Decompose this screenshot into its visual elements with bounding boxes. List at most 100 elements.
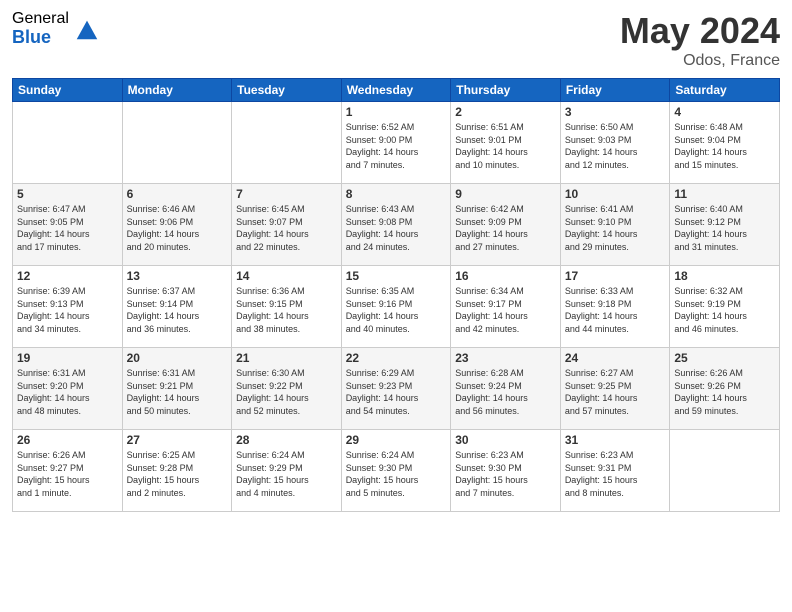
col-sunday: Sunday bbox=[13, 79, 123, 102]
day-info: Sunrise: 6:23 AM Sunset: 9:31 PM Dayligh… bbox=[565, 449, 666, 499]
day-number: 18 bbox=[674, 269, 775, 283]
calendar-week-row: 12Sunrise: 6:39 AM Sunset: 9:13 PM Dayli… bbox=[13, 266, 780, 348]
table-row: 17 Sunrise: 6:33 AM Sunset: 9:18 PM Dayli… bbox=[560, 266, 670, 348]
day-info: Sunrise: 6:29 AM Sunset: 9:23 PM Dayligh… bbox=[346, 367, 447, 417]
day-info: Sunrise: 6:36 AM Sunset: 9:15 PM Dayligh… bbox=[236, 285, 337, 335]
day-number: 2 bbox=[455, 105, 556, 119]
day-info: Sunrise: 6:26 AM Sunset: 9:27 PM Dayligh… bbox=[17, 449, 118, 499]
calendar-week-row: 5 Sunrise: 6:47 AM Sunset: 9:05 PM Daylig… bbox=[13, 184, 780, 266]
logo-icon bbox=[73, 15, 101, 43]
calendar-week-row: 1 Sunrise: 6:52 AM Sunset: 9:00 PM Daylig… bbox=[13, 102, 780, 184]
table-row bbox=[13, 102, 123, 184]
day-number: 28 bbox=[236, 433, 337, 447]
day-number: 5 bbox=[17, 187, 118, 201]
day-info: Sunrise: 6:37 AM Sunset: 9:14 PM Dayligh… bbox=[127, 285, 228, 335]
day-number: 23 bbox=[455, 351, 556, 365]
table-row: 11 Sunrise: 6:40 AM Sunset: 9:12 PM Dayli… bbox=[670, 184, 780, 266]
col-saturday: Saturday bbox=[670, 79, 780, 102]
table-row: 30Sunrise: 6:23 AM Sunset: 9:30 PM Dayli… bbox=[451, 430, 561, 512]
day-info: Sunrise: 6:41 AM Sunset: 9:10 PM Dayligh… bbox=[565, 203, 666, 253]
day-info: Sunrise: 6:26 AM Sunset: 9:26 PM Dayligh… bbox=[674, 367, 775, 417]
day-number: 6 bbox=[127, 187, 228, 201]
day-number: 16 bbox=[455, 269, 556, 283]
day-number: 1 bbox=[346, 105, 447, 119]
table-row: 25Sunrise: 6:26 AM Sunset: 9:26 PM Dayli… bbox=[670, 348, 780, 430]
table-row: 4 Sunrise: 6:48 AM Sunset: 9:04 PM Daylig… bbox=[670, 102, 780, 184]
day-info: Sunrise: 6:24 AM Sunset: 9:30 PM Dayligh… bbox=[346, 449, 447, 499]
table-row: 20Sunrise: 6:31 AM Sunset: 9:21 PM Dayli… bbox=[122, 348, 232, 430]
table-row: 23 Sunrise: 6:28 AM Sunset: 9:24 PM Dayli… bbox=[451, 348, 561, 430]
page-container: General Blue May 2024 Odos, France Sunda… bbox=[0, 0, 792, 522]
day-info: Sunrise: 6:42 AM Sunset: 9:09 PM Dayligh… bbox=[455, 203, 556, 253]
location: Odos, France bbox=[620, 52, 780, 70]
day-number: 3 bbox=[565, 105, 666, 119]
table-row: 21 Sunrise: 6:30 AM Sunset: 9:22 PM Dayli… bbox=[232, 348, 342, 430]
table-row: 18 Sunrise: 6:32 AM Sunset: 9:19 PM Dayli… bbox=[670, 266, 780, 348]
day-number: 29 bbox=[346, 433, 447, 447]
day-info: Sunrise: 6:32 AM Sunset: 9:19 PM Dayligh… bbox=[674, 285, 775, 335]
day-number: 26 bbox=[17, 433, 118, 447]
table-row: 12Sunrise: 6:39 AM Sunset: 9:13 PM Dayli… bbox=[13, 266, 123, 348]
table-row: 29 Sunrise: 6:24 AM Sunset: 9:30 PM Dayli… bbox=[341, 430, 451, 512]
day-info: Sunrise: 6:40 AM Sunset: 9:12 PM Dayligh… bbox=[674, 203, 775, 253]
calendar-week-row: 19 Sunrise: 6:31 AM Sunset: 9:20 PM Dayli… bbox=[13, 348, 780, 430]
day-number: 17 bbox=[565, 269, 666, 283]
day-number: 14 bbox=[236, 269, 337, 283]
day-info: Sunrise: 6:28 AM Sunset: 9:24 PM Dayligh… bbox=[455, 367, 556, 417]
day-info: Sunrise: 6:35 AM Sunset: 9:16 PM Dayligh… bbox=[346, 285, 447, 335]
day-info: Sunrise: 6:52 AM Sunset: 9:00 PM Dayligh… bbox=[346, 121, 447, 171]
day-number: 11 bbox=[674, 187, 775, 201]
title-block: May 2024 Odos, France bbox=[620, 10, 780, 70]
day-info: Sunrise: 6:47 AM Sunset: 9:05 PM Dayligh… bbox=[17, 203, 118, 253]
table-row: 15 Sunrise: 6:35 AM Sunset: 9:16 PM Dayli… bbox=[341, 266, 451, 348]
day-info: Sunrise: 6:34 AM Sunset: 9:17 PM Dayligh… bbox=[455, 285, 556, 335]
day-info: Sunrise: 6:46 AM Sunset: 9:06 PM Dayligh… bbox=[127, 203, 228, 253]
table-row: 13Sunrise: 6:37 AM Sunset: 9:14 PM Dayli… bbox=[122, 266, 232, 348]
day-number: 15 bbox=[346, 269, 447, 283]
day-number: 31 bbox=[565, 433, 666, 447]
logo-blue: Blue bbox=[12, 28, 69, 48]
table-row: 24 Sunrise: 6:27 AM Sunset: 9:25 PM Dayli… bbox=[560, 348, 670, 430]
day-number: 22 bbox=[346, 351, 447, 365]
table-row: 2 Sunrise: 6:51 AM Sunset: 9:01 PM Daylig… bbox=[451, 102, 561, 184]
table-row bbox=[122, 102, 232, 184]
table-row: 26 Sunrise: 6:26 AM Sunset: 9:27 PM Dayli… bbox=[13, 430, 123, 512]
table-row: 22 Sunrise: 6:29 AM Sunset: 9:23 PM Dayli… bbox=[341, 348, 451, 430]
table-row: 19 Sunrise: 6:31 AM Sunset: 9:20 PM Dayli… bbox=[13, 348, 123, 430]
day-info: Sunrise: 6:24 AM Sunset: 9:29 PM Dayligh… bbox=[236, 449, 337, 499]
table-row: 7Sunrise: 6:45 AM Sunset: 9:07 PM Daylig… bbox=[232, 184, 342, 266]
table-row: 9 Sunrise: 6:42 AM Sunset: 9:09 PM Daylig… bbox=[451, 184, 561, 266]
table-row: 8Sunrise: 6:43 AM Sunset: 9:08 PM Daylig… bbox=[341, 184, 451, 266]
day-number: 4 bbox=[674, 105, 775, 119]
day-number: 12 bbox=[17, 269, 118, 283]
day-info: Sunrise: 6:30 AM Sunset: 9:22 PM Dayligh… bbox=[236, 367, 337, 417]
col-wednesday: Wednesday bbox=[341, 79, 451, 102]
month-title: May 2024 bbox=[620, 10, 780, 52]
table-row: 27Sunrise: 6:25 AM Sunset: 9:28 PM Dayli… bbox=[122, 430, 232, 512]
day-info: Sunrise: 6:48 AM Sunset: 9:04 PM Dayligh… bbox=[674, 121, 775, 171]
col-friday: Friday bbox=[560, 79, 670, 102]
table-row: 31 Sunrise: 6:23 AM Sunset: 9:31 PM Dayli… bbox=[560, 430, 670, 512]
col-tuesday: Tuesday bbox=[232, 79, 342, 102]
day-info: Sunrise: 6:33 AM Sunset: 9:18 PM Dayligh… bbox=[565, 285, 666, 335]
day-number: 30 bbox=[455, 433, 556, 447]
col-thursday: Thursday bbox=[451, 79, 561, 102]
table-row: 14 Sunrise: 6:36 AM Sunset: 9:15 PM Dayli… bbox=[232, 266, 342, 348]
table-row: 28 Sunrise: 6:24 AM Sunset: 9:29 PM Dayli… bbox=[232, 430, 342, 512]
day-number: 21 bbox=[236, 351, 337, 365]
day-info: Sunrise: 6:51 AM Sunset: 9:01 PM Dayligh… bbox=[455, 121, 556, 171]
table-row: 6 Sunrise: 6:46 AM Sunset: 9:06 PM Daylig… bbox=[122, 184, 232, 266]
day-number: 20 bbox=[127, 351, 228, 365]
day-number: 9 bbox=[455, 187, 556, 201]
day-number: 24 bbox=[565, 351, 666, 365]
day-info: Sunrise: 6:27 AM Sunset: 9:25 PM Dayligh… bbox=[565, 367, 666, 417]
table-row: 5 Sunrise: 6:47 AM Sunset: 9:05 PM Daylig… bbox=[13, 184, 123, 266]
day-info: Sunrise: 6:45 AM Sunset: 9:07 PM Dayligh… bbox=[236, 203, 337, 253]
logo-general: General bbox=[12, 10, 69, 28]
logo: General Blue bbox=[12, 10, 101, 47]
table-row: 3Sunrise: 6:50 AM Sunset: 9:03 PM Daylig… bbox=[560, 102, 670, 184]
calendar-header-row: Sunday Monday Tuesday Wednesday Thursday… bbox=[13, 79, 780, 102]
day-number: 10 bbox=[565, 187, 666, 201]
day-info: Sunrise: 6:31 AM Sunset: 9:20 PM Dayligh… bbox=[17, 367, 118, 417]
day-number: 19 bbox=[17, 351, 118, 365]
